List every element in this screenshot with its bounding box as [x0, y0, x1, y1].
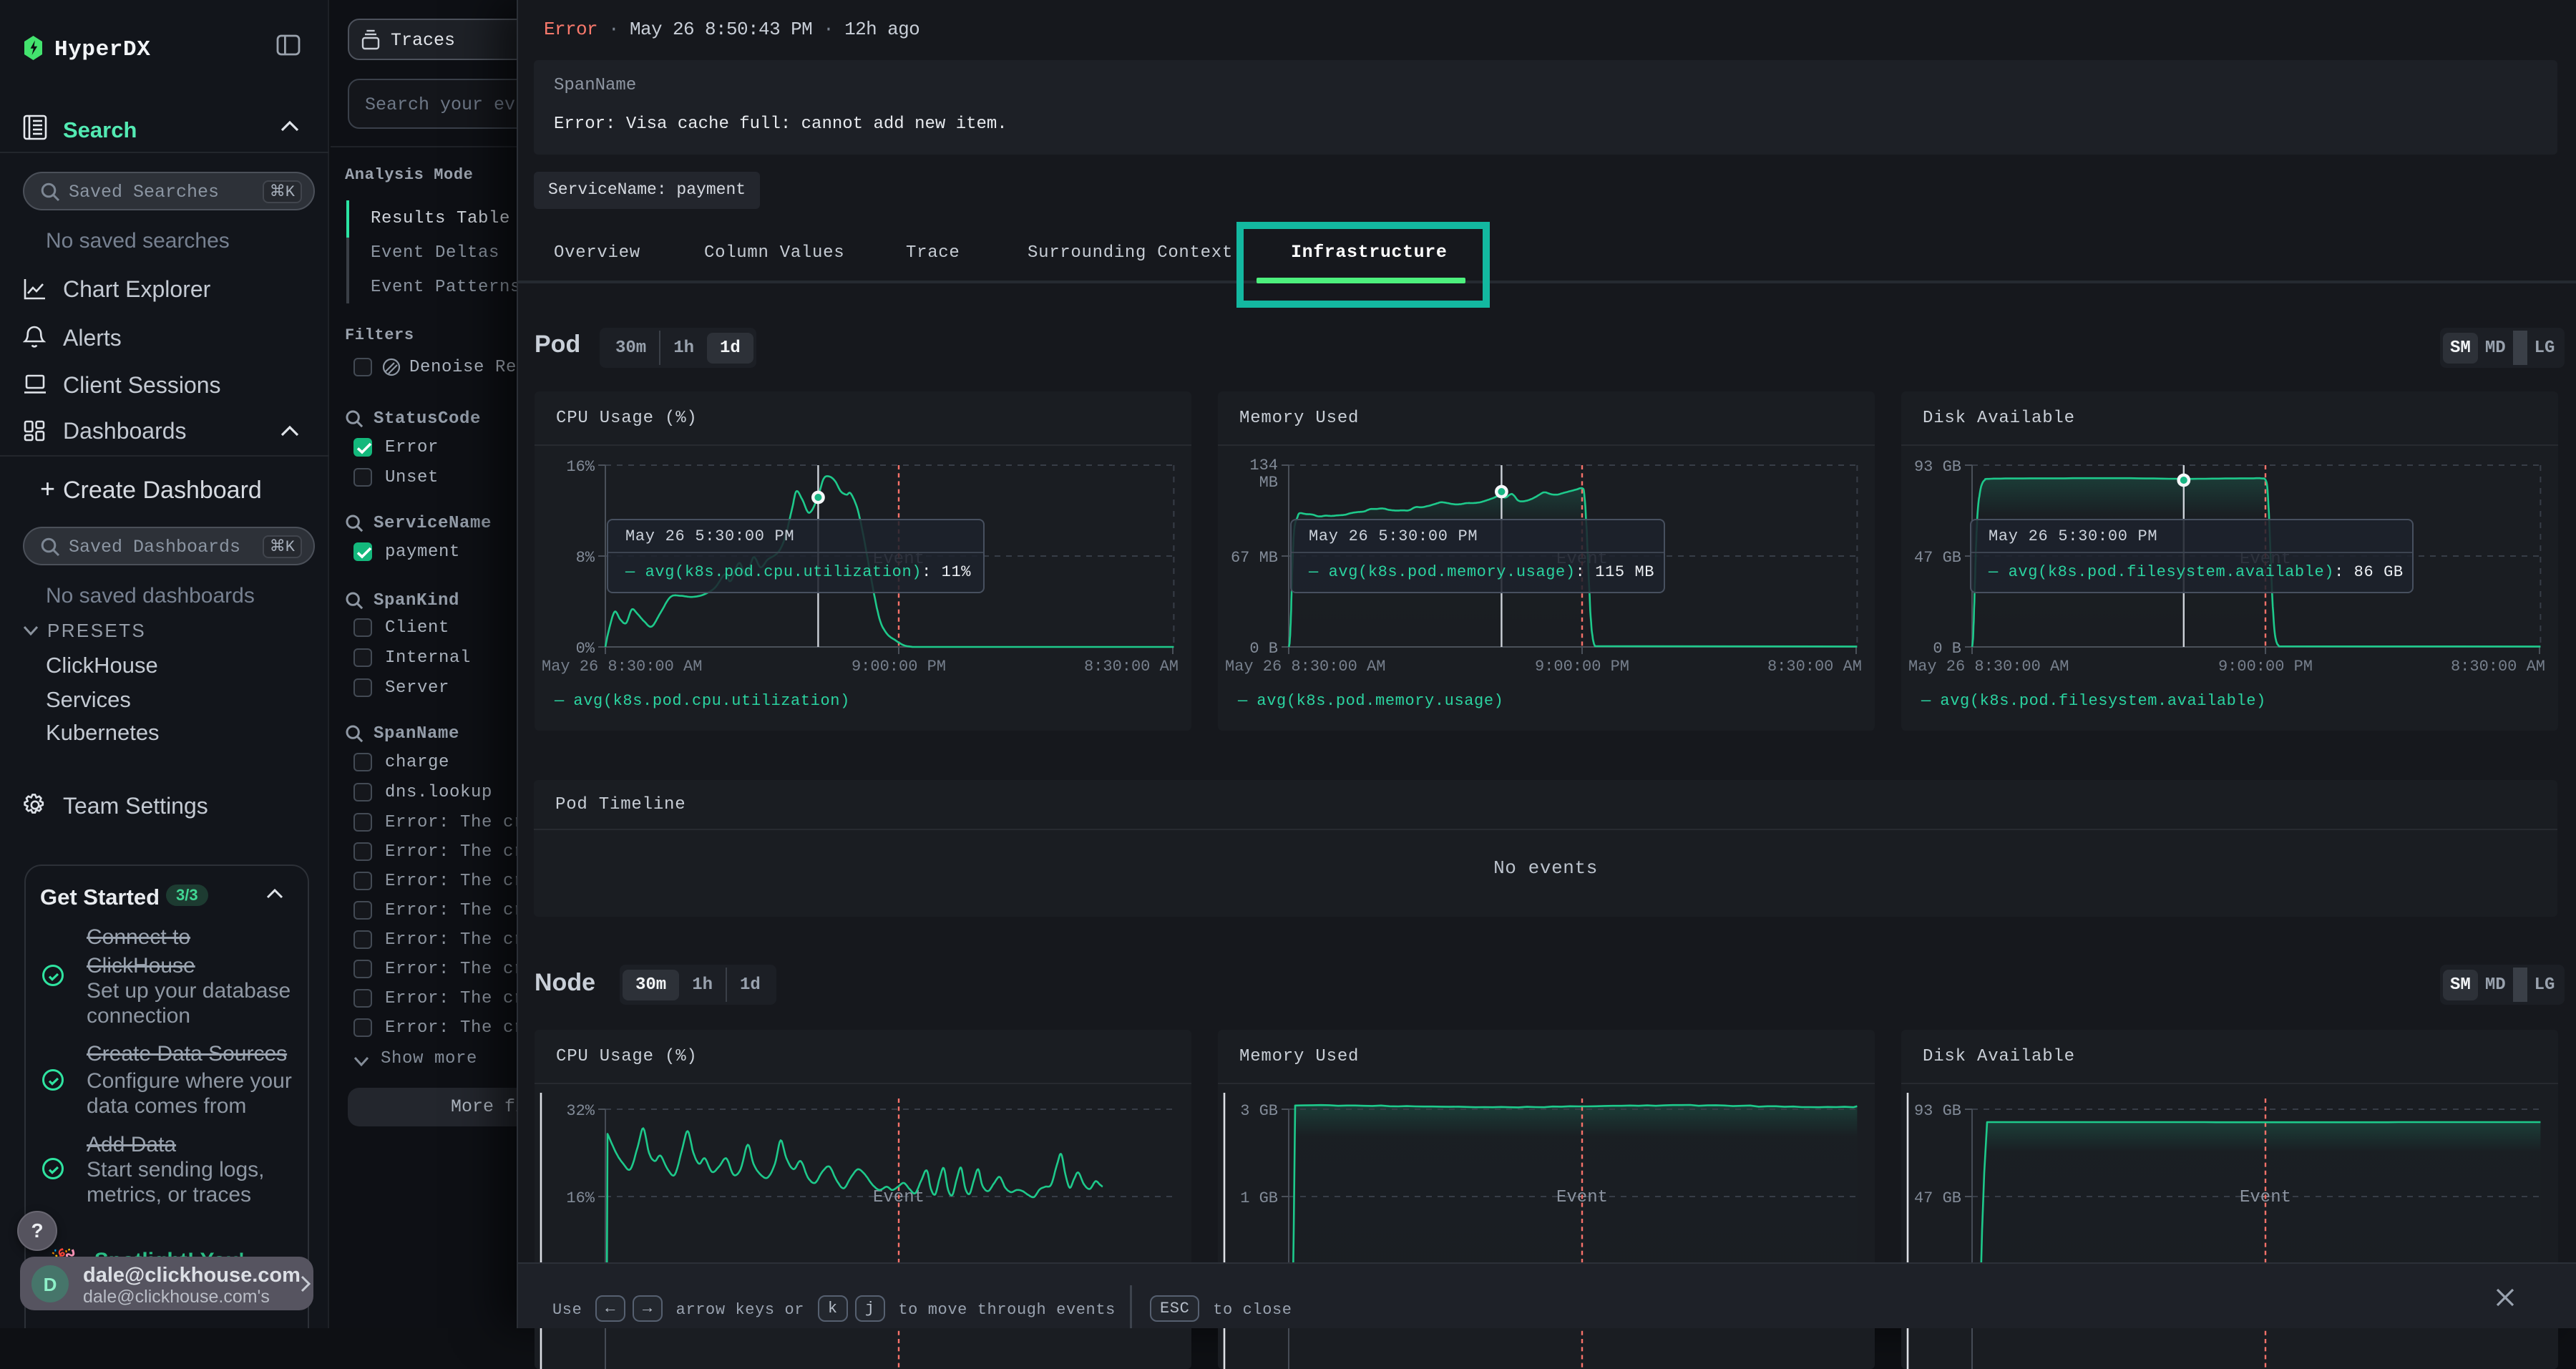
- svg-text:May 26 8:30:00 AM: May 26 8:30:00 AM: [542, 658, 702, 676]
- svg-text:May 26 8:30:00 AM: May 26 8:30:00 AM: [1908, 658, 2069, 676]
- svg-text:47 GB: 47 GB: [1914, 549, 1961, 567]
- svg-text:16%: 16%: [566, 1189, 595, 1207]
- svg-text:8:30:00 AM: 8:30:00 AM: [1084, 658, 1179, 676]
- svg-text:0 B: 0 B: [1933, 640, 1961, 658]
- svg-text:16%: 16%: [566, 458, 595, 476]
- svg-text:32%: 32%: [566, 1102, 595, 1120]
- svg-text:67 MB: 67 MB: [1231, 549, 1278, 567]
- svg-text:9:00:00 PM: 9:00:00 PM: [2218, 658, 2313, 676]
- svg-text:47 GB: 47 GB: [1914, 1189, 1961, 1207]
- svg-text:0%: 0%: [576, 640, 595, 658]
- svg-text:9:00:00 PM: 9:00:00 PM: [1535, 658, 1629, 676]
- svg-text:0 B: 0 B: [1249, 640, 1278, 658]
- svg-text:134: 134: [1249, 457, 1278, 474]
- svg-text:93 GB: 93 GB: [1914, 1102, 1961, 1120]
- svg-text:8:30:00 AM: 8:30:00 AM: [1767, 658, 1862, 676]
- svg-text:93 GB: 93 GB: [1914, 458, 1961, 476]
- svg-text:3 GB: 3 GB: [1240, 1102, 1278, 1120]
- svg-text:8%: 8%: [576, 549, 595, 567]
- svg-text:MB: MB: [1259, 474, 1278, 492]
- svg-text:1 GB: 1 GB: [1240, 1189, 1278, 1207]
- svg-text:8:30:00 AM: 8:30:00 AM: [2451, 658, 2545, 676]
- svg-text:9:00:00 PM: 9:00:00 PM: [852, 658, 946, 676]
- svg-text:May 26 8:30:00 AM: May 26 8:30:00 AM: [1225, 658, 1385, 676]
